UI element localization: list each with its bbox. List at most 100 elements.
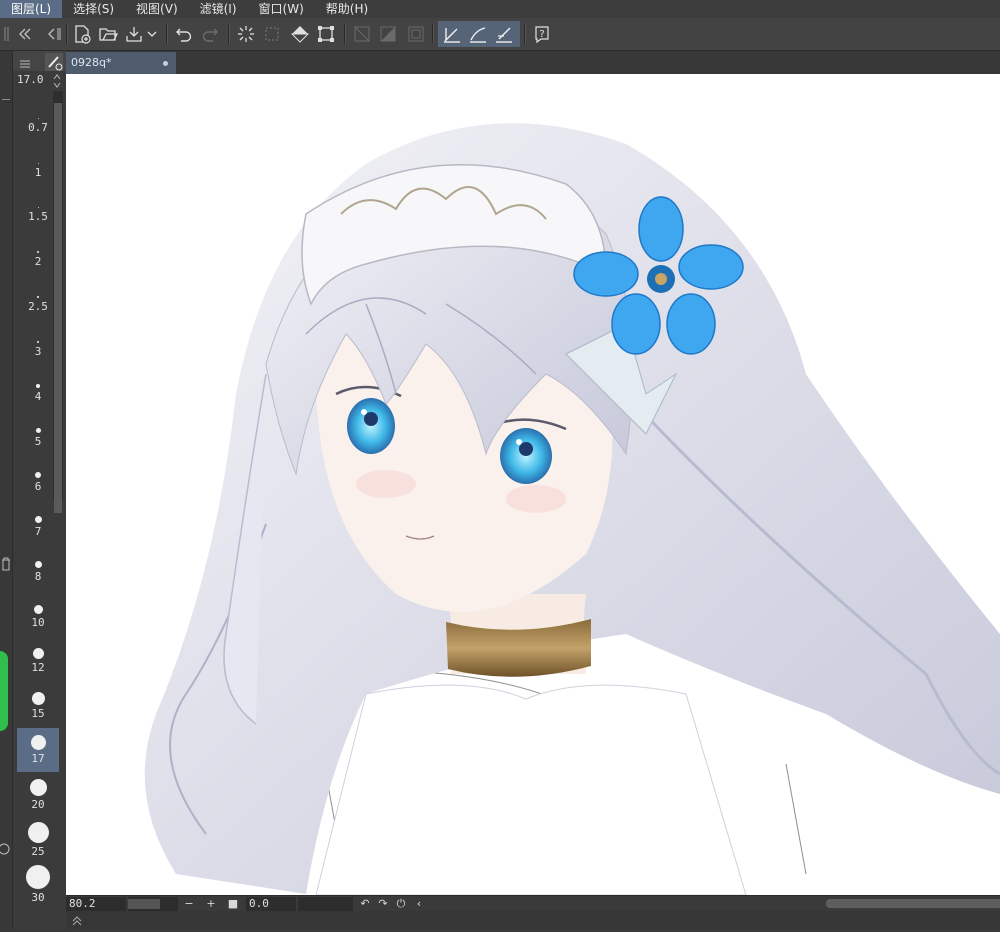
document-tab[interactable]: 0928q* bbox=[66, 52, 176, 74]
rotate-right-icon[interactable]: ↷ bbox=[376, 897, 390, 911]
rotation-value[interactable]: 0.0 bbox=[246, 897, 296, 911]
brush-size-item[interactable]: 17 bbox=[17, 728, 59, 773]
brush-size-label: 0.7 bbox=[28, 121, 48, 134]
brush-size-label: 12 bbox=[31, 661, 45, 675]
brush-size-item[interactable]: 2.5 bbox=[17, 282, 59, 326]
zoom-out-icon[interactable]: − bbox=[182, 897, 196, 911]
brush-size-item[interactable]: 1.5 bbox=[17, 193, 59, 237]
rotation-slider[interactable] bbox=[298, 897, 353, 911]
transform-icon[interactable] bbox=[314, 22, 338, 46]
brush-size-dot bbox=[34, 516, 42, 524]
brush-size-item[interactable]: 2 bbox=[17, 238, 59, 282]
brush-size-dot bbox=[30, 735, 46, 751]
brush-size-item[interactable]: 30 bbox=[17, 862, 59, 906]
fit-view-icon[interactable]: ■ bbox=[226, 897, 240, 911]
collapse-panel-icon[interactable] bbox=[42, 22, 66, 46]
menu-view[interactable]: 视图(V) bbox=[125, 0, 189, 18]
brush-size-item[interactable]: 1 bbox=[17, 149, 59, 193]
snap-special-ruler-icon[interactable] bbox=[466, 22, 490, 46]
brush-size-label: 7 bbox=[34, 525, 42, 539]
save-icon[interactable] bbox=[122, 22, 146, 46]
brush-size-dot bbox=[33, 604, 43, 614]
brush-size-dot bbox=[37, 207, 39, 209]
brush-tool-icon[interactable] bbox=[45, 53, 63, 71]
menu-help[interactable]: 帮助(H) bbox=[315, 0, 379, 18]
brush-size-dot bbox=[37, 340, 39, 343]
help-icon[interactable]: ? bbox=[530, 22, 554, 46]
brush-size-item[interactable]: 5 bbox=[17, 416, 59, 460]
panel-menu-icon[interactable] bbox=[19, 55, 31, 68]
horizontal-scrollbar[interactable] bbox=[826, 899, 1000, 908]
brush-size-dot bbox=[31, 691, 45, 705]
brush-size-label: 2 bbox=[34, 255, 42, 269]
left-dock-strip bbox=[0, 51, 13, 929]
brush-size-item[interactable]: 0.7 bbox=[17, 104, 59, 148]
brush-size-label: 15 bbox=[31, 706, 45, 720]
brush-size-label: 1.5 bbox=[28, 210, 48, 224]
brush-size-item[interactable]: 6 bbox=[17, 461, 59, 505]
canvas-artwork bbox=[144, 123, 1000, 895]
collapse-left-icon[interactable] bbox=[12, 22, 36, 46]
command-toolbar: ? bbox=[0, 18, 1000, 51]
rotate-left-icon[interactable]: ↶ bbox=[358, 897, 372, 911]
fill-selection-icon[interactable] bbox=[376, 22, 400, 46]
brush-size-item[interactable]: 12 bbox=[17, 639, 59, 683]
expand-up-icon[interactable] bbox=[70, 913, 84, 927]
size-spinner-icon[interactable] bbox=[52, 73, 62, 89]
status-bar: 80.2 − + ■ 0.0 ↶ ↷ ⏻ ‹ bbox=[66, 895, 1000, 912]
zoom-value[interactable]: 80.2 bbox=[66, 897, 126, 911]
collapse-status-icon[interactable]: ‹ bbox=[412, 897, 426, 911]
snap-grid-icon[interactable] bbox=[492, 22, 516, 46]
brush-size-value[interactable]: 17.0 bbox=[17, 73, 57, 89]
brush-size-item[interactable]: 20 bbox=[17, 773, 59, 817]
brush-size-label: 25 bbox=[31, 844, 45, 858]
brush-size-dot bbox=[34, 561, 42, 568]
brush-size-item[interactable]: 4 bbox=[17, 372, 59, 416]
zoom-slider[interactable] bbox=[128, 897, 178, 911]
brush-size-dot bbox=[36, 384, 40, 389]
drawing-canvas[interactable] bbox=[66, 74, 1000, 895]
menu-window[interactable]: 窗口(W) bbox=[248, 0, 315, 18]
selection-border-icon[interactable] bbox=[404, 22, 428, 46]
brush-size-item[interactable]: 25 bbox=[17, 818, 59, 862]
brush-size-item[interactable]: 8 bbox=[17, 550, 59, 594]
brush-size-item[interactable]: 15 bbox=[17, 684, 59, 728]
menu-layer[interactable]: 图层(L) bbox=[0, 0, 63, 18]
zoom-in-icon[interactable]: + bbox=[204, 897, 218, 911]
bottom-bar bbox=[66, 911, 1000, 929]
trash-icon[interactable] bbox=[0, 556, 12, 572]
brush-size-item[interactable]: 3 bbox=[17, 327, 59, 371]
select-all-icon[interactable] bbox=[234, 22, 258, 46]
brush-size-item[interactable]: 7 bbox=[17, 505, 59, 549]
reset-rotation-icon[interactable]: ⏻ bbox=[394, 897, 408, 911]
save-dropdown-icon[interactable] bbox=[144, 22, 160, 46]
tab-close-dot-icon[interactable] bbox=[163, 61, 168, 66]
snap-ruler-icon[interactable] bbox=[440, 22, 464, 46]
brush-size-dot bbox=[35, 472, 41, 479]
menu-filter[interactable]: 滤镜(I) bbox=[189, 0, 248, 18]
new-file-icon[interactable] bbox=[70, 22, 94, 46]
clear-selection-icon[interactable] bbox=[350, 22, 374, 46]
brush-size-item[interactable]: 10 bbox=[17, 595, 59, 639]
brush-size-label: 10 bbox=[31, 615, 45, 629]
open-file-icon[interactable] bbox=[96, 22, 120, 46]
fill-icon[interactable] bbox=[288, 22, 312, 46]
undo-icon[interactable] bbox=[172, 22, 196, 46]
scroll-up-icon[interactable] bbox=[2, 99, 10, 108]
deselect-icon[interactable] bbox=[260, 22, 284, 46]
document-tab-bar: 0928q* bbox=[66, 51, 1000, 74]
brush-size-dot bbox=[27, 821, 49, 843]
brush-size-label: 3 bbox=[34, 344, 42, 358]
redo-icon[interactable] bbox=[198, 22, 222, 46]
settings-circle-icon[interactable] bbox=[0, 841, 12, 855]
brush-size-label: 30 bbox=[31, 890, 45, 904]
menu-bar: 图层(L) 选择(S) 视图(V) 滤镜(I) 窗口(W) 帮助(H) bbox=[0, 0, 1000, 18]
brush-size-label: 17 bbox=[31, 752, 45, 766]
color-wheel-edge[interactable] bbox=[0, 651, 8, 731]
menu-select[interactable]: 选择(S) bbox=[62, 0, 125, 18]
brush-size-dot bbox=[29, 779, 47, 796]
brush-size-dot bbox=[32, 648, 44, 660]
panel-grip-icon[interactable] bbox=[2, 22, 12, 46]
brush-size-dot bbox=[37, 162, 39, 164]
brush-size-label: 4 bbox=[34, 390, 42, 404]
